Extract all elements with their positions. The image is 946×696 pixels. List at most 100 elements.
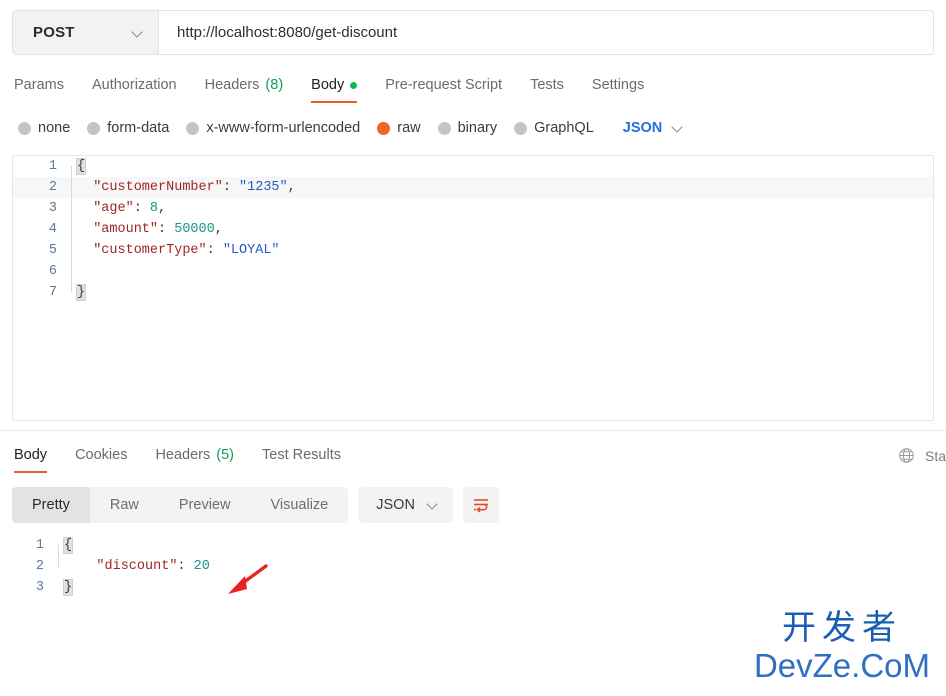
body-type-graphql[interactable]: GraphQL (514, 120, 594, 136)
request-url-value: http://localhost:8080/get-discount (177, 24, 398, 41)
body-type-graphql-label: GraphQL (534, 120, 594, 136)
body-type-urlencoded-label: x-www-form-urlencoded (206, 120, 361, 136)
code-content: { (58, 535, 946, 556)
tab-tests-label: Tests (530, 77, 564, 93)
http-method-select[interactable]: POST (13, 11, 159, 54)
line-number: 3 (35, 580, 44, 595)
json-comma: , (158, 201, 167, 216)
response-tab-cookies[interactable]: Cookies (61, 447, 141, 473)
request-url-input[interactable]: http://localhost:8080/get-discount (159, 11, 933, 54)
view-visualize[interactable]: Visualize (250, 487, 348, 523)
json-colon: : (158, 222, 175, 237)
code-line: 2 "customerNumber": "1235", (13, 177, 933, 198)
chevron-down-icon (672, 122, 684, 134)
code-line: 1 { (13, 156, 933, 177)
tab-body[interactable]: Body (297, 77, 371, 103)
tab-params[interactable]: Params (12, 77, 78, 103)
tab-settings[interactable]: Settings (578, 77, 658, 103)
view-raw[interactable]: Raw (90, 487, 159, 523)
json-colon: : (206, 243, 223, 258)
view-pretty[interactable]: Pretty (12, 487, 90, 523)
radio-none-icon (18, 121, 31, 135)
body-modified-dot-icon (350, 81, 358, 89)
response-format-label: JSON (376, 497, 415, 513)
tab-tests[interactable]: Tests (516, 77, 578, 103)
body-type-form-data-label: form-data (107, 120, 170, 136)
response-status-area: Sta (898, 447, 946, 473)
body-type-binary-label: binary (457, 120, 498, 136)
code-line: 4 "amount": 50000, (13, 219, 933, 240)
line-number: 6 (48, 264, 57, 279)
body-type-none[interactable]: none (18, 120, 70, 136)
tab-headers-label: Headers (204, 77, 260, 93)
watermark-cn: 开发者 (781, 609, 902, 647)
body-type-binary[interactable]: binary (437, 120, 498, 136)
watermark: 开发者 DevZe.CoM (754, 608, 930, 684)
body-type-form-data[interactable]: form-data (87, 120, 169, 136)
json-value: "1235" (239, 180, 288, 195)
body-type-raw[interactable]: raw (377, 120, 421, 136)
response-status-label: Sta (924, 447, 946, 464)
chevron-down-icon (132, 27, 144, 39)
body-type-none-label: none (38, 120, 71, 136)
code-line: 2 "discount": 20 (0, 556, 946, 577)
response-tab-headers[interactable]: Headers (5) (141, 447, 248, 473)
response-tab-test-results-label: Test Results (262, 447, 341, 463)
request-tab-bar: Params Authorization Headers (8) Body Pr… (12, 69, 946, 103)
radio-raw-icon (377, 121, 391, 135)
response-code: 1 { 2 "discount": 20 3 } (0, 535, 946, 598)
view-pretty-label: Pretty (32, 497, 70, 513)
request-code: 1 { 2 "customerNumber": "1235", 3 "age":… (13, 156, 933, 303)
json-value: 50000 (174, 222, 215, 237)
response-body-viewer[interactable]: 1 { 2 "discount": 20 3 } (0, 535, 946, 598)
tab-settings-label: Settings (591, 77, 645, 93)
json-key: "discount" (96, 559, 178, 574)
tab-pre-request-script[interactable]: Pre-request Script (371, 77, 516, 103)
code-content: { (71, 156, 933, 177)
body-type-raw-label: raw (397, 120, 421, 136)
tab-headers[interactable]: Headers (8) (191, 77, 298, 103)
json-value: 20 (193, 559, 210, 574)
tab-authorization[interactable]: Authorization (78, 77, 191, 103)
code-line: 3 } (0, 577, 946, 598)
indent-guide (58, 545, 59, 567)
code-content: "age": 8, (71, 198, 933, 219)
json-colon: : (222, 180, 240, 195)
line-number: 2 (48, 180, 57, 195)
radio-urlencoded-icon (186, 121, 200, 135)
json-key: "amount" (93, 222, 159, 237)
json-comma: , (214, 222, 223, 237)
json-value: 8 (149, 201, 159, 216)
body-type-urlencoded[interactable]: x-www-form-urlencoded (186, 120, 360, 136)
code-content: "amount": 50000, (71, 219, 933, 240)
word-wrap-button[interactable] (462, 487, 499, 523)
tab-body-label: Body (311, 77, 345, 93)
body-type-radio-group: none form-data x-www-form-urlencoded raw… (18, 115, 946, 141)
code-content: "customerNumber": "1235", (71, 177, 933, 198)
json-key: "customerNumber" (93, 180, 223, 195)
line-number: 1 (48, 159, 57, 174)
close-brace: } (62, 579, 74, 596)
code-line: 5 "customerType": "LOYAL" (13, 240, 933, 261)
response-tab-test-results[interactable]: Test Results (248, 447, 355, 473)
request-body-editor[interactable]: 1 { 2 "customerNumber": "1235", 3 "age":… (12, 155, 934, 421)
code-line: 1 { (0, 535, 946, 556)
request-format-select[interactable]: JSON (623, 120, 685, 136)
code-content: } (58, 577, 946, 598)
response-tab-body[interactable]: Body (12, 447, 61, 473)
panel-divider (0, 430, 946, 431)
line-number: 7 (48, 285, 57, 300)
view-preview[interactable]: Preview (159, 487, 251, 523)
open-brace: { (75, 158, 87, 175)
response-format-select[interactable]: JSON (358, 487, 453, 523)
open-brace: { (62, 537, 74, 554)
code-line: 6 (13, 261, 933, 282)
response-tab-cookies-label: Cookies (75, 447, 128, 463)
radio-form-data-icon (87, 121, 101, 135)
response-view-toolbar: Pretty Raw Preview Visualize JSON (12, 487, 946, 523)
line-number: 4 (48, 222, 57, 237)
